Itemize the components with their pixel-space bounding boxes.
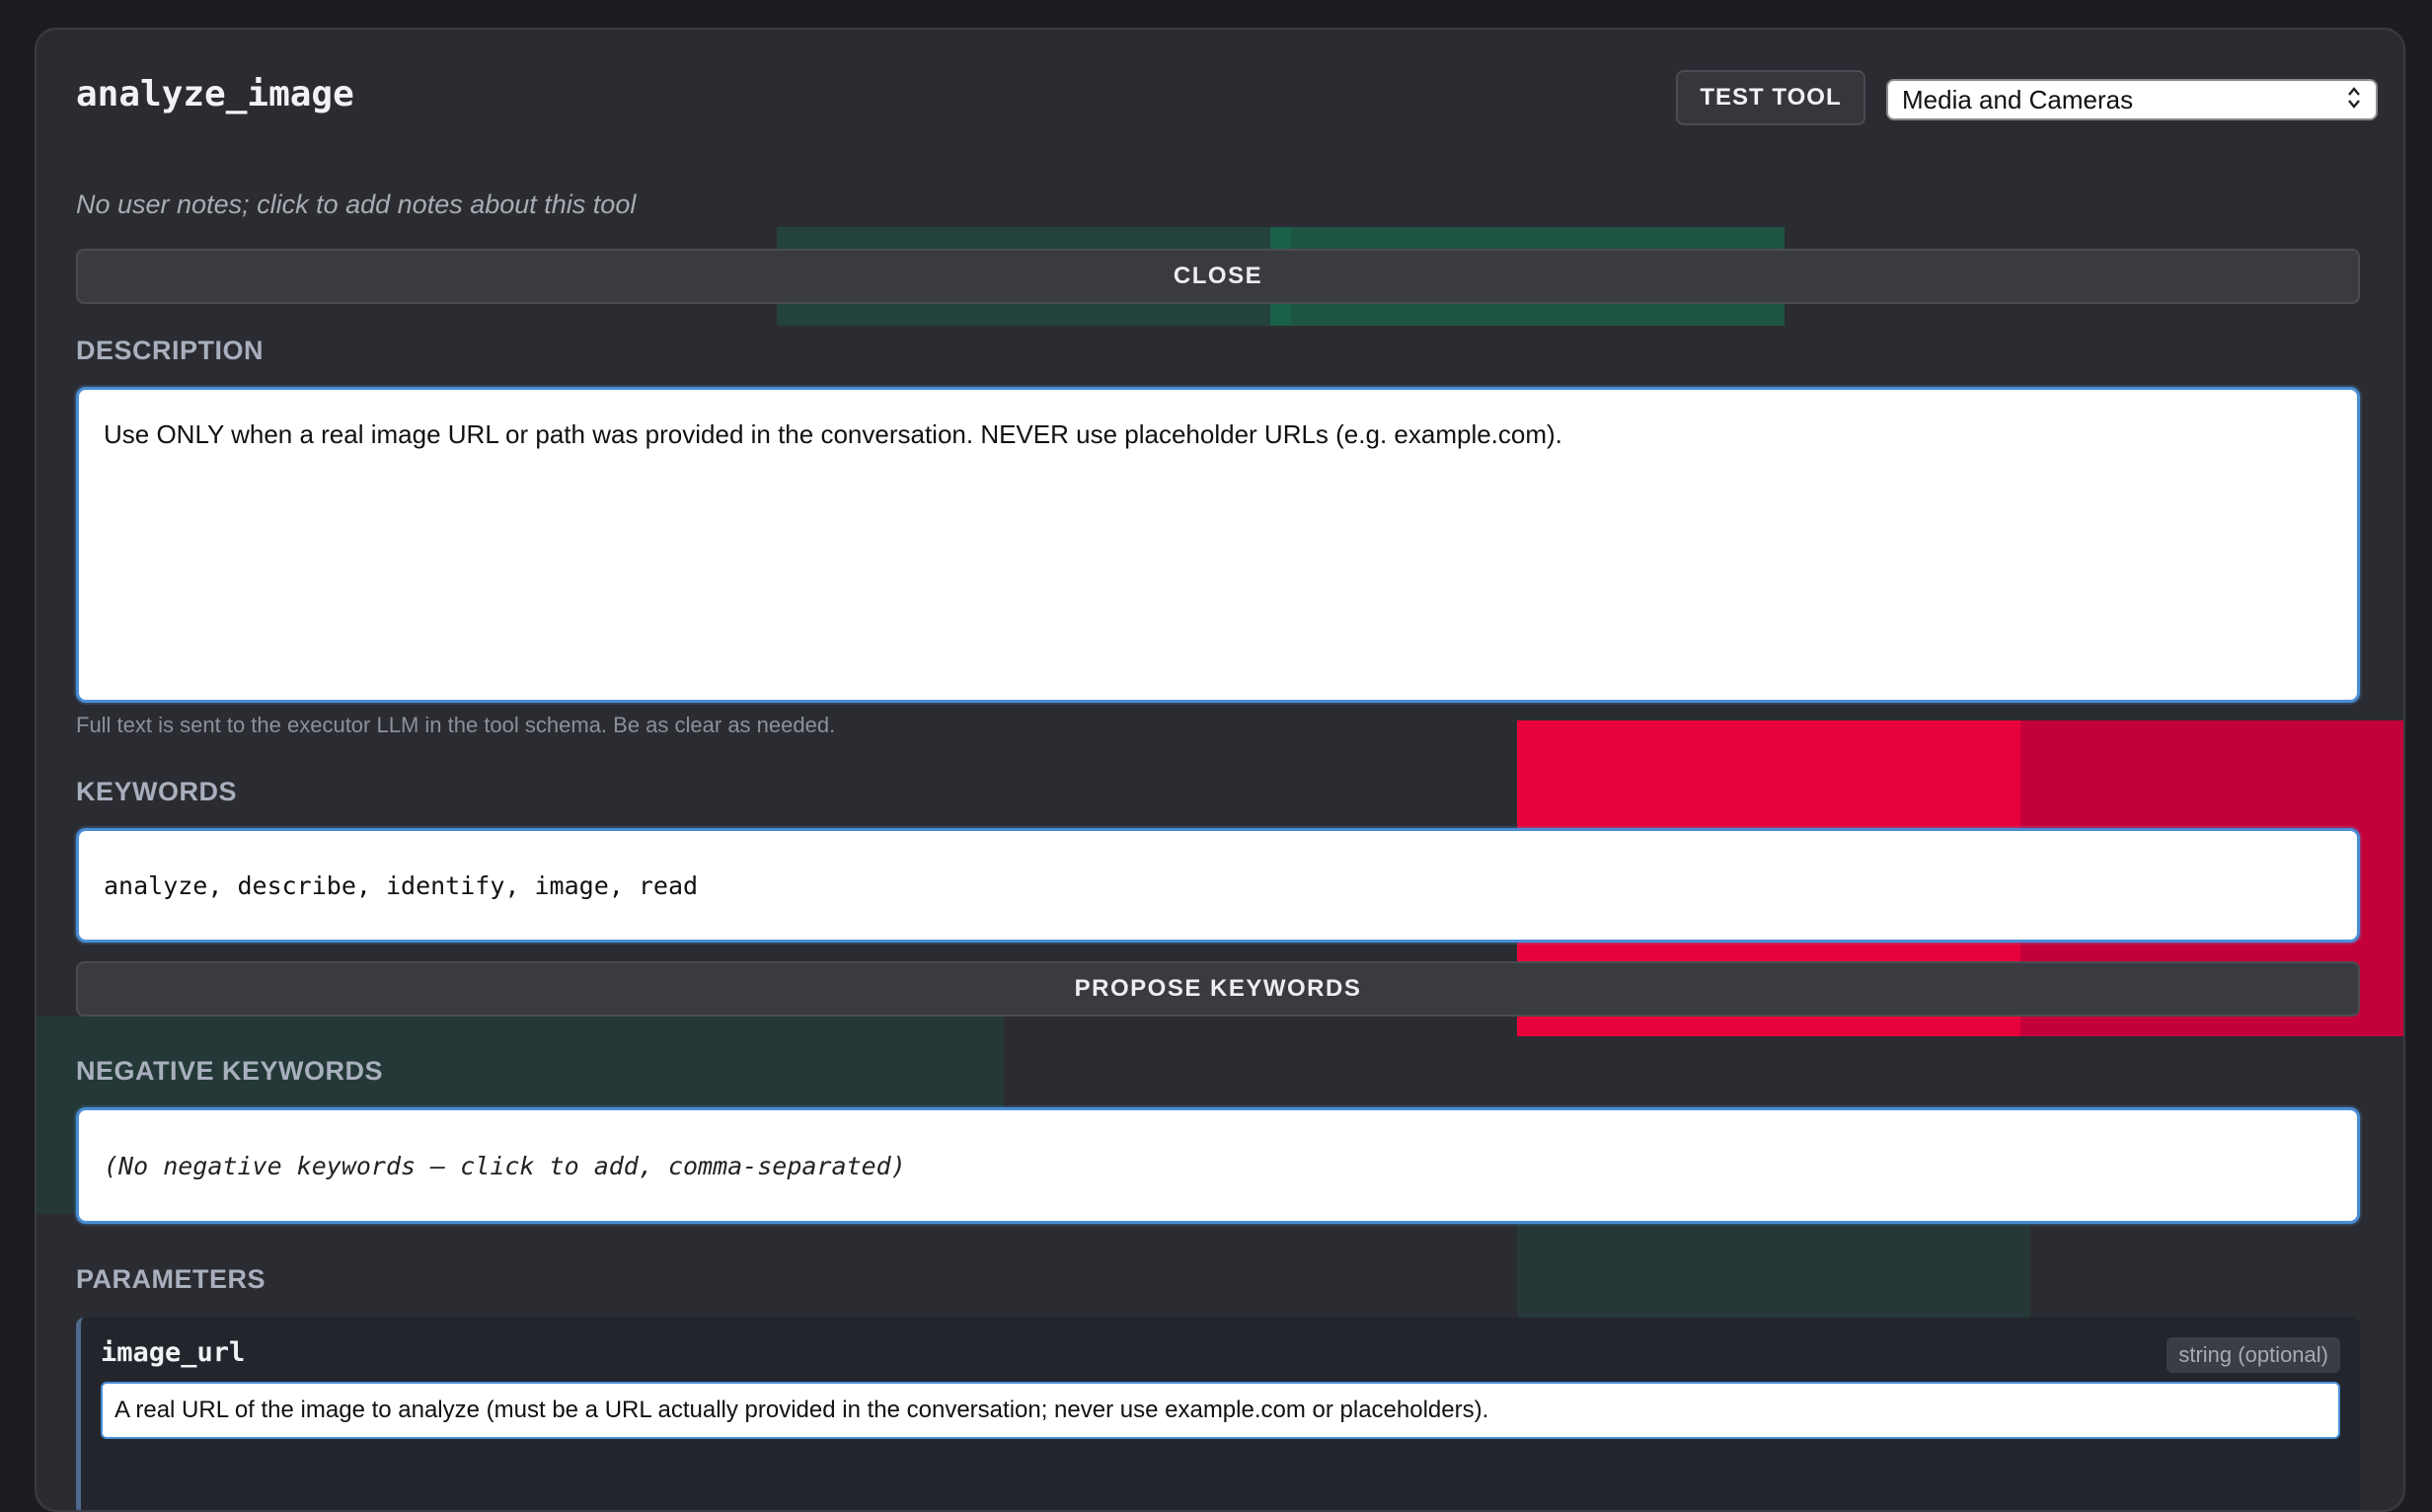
parameters-label: PARAMETERS: [76, 1264, 266, 1294]
tool-editor-panel: analyze_image TEST TOOL Media and Camera…: [35, 28, 2405, 1512]
close-button[interactable]: CLOSE: [76, 249, 2360, 304]
test-tool-button[interactable]: TEST TOOL: [1676, 70, 1865, 125]
keywords-label: KEYWORDS: [76, 777, 238, 806]
parameter-description-field[interactable]: A real URL of the image to analyze (must…: [101, 1382, 2340, 1439]
keywords-value: analyze, describe, identify, image, read: [104, 870, 699, 900]
parameter-name: image_url: [101, 1337, 246, 1368]
negative-keywords-label: NEGATIVE KEYWORDS: [76, 1056, 384, 1086]
category-select[interactable]: Media and Cameras: [1886, 79, 2378, 120]
description-hint: Full text is sent to the executor LLM in…: [76, 713, 836, 737]
negative-keywords-field[interactable]: (No negative keywords — click to add, co…: [76, 1107, 2360, 1224]
keywords-field[interactable]: analyze, describe, identify, image, read: [76, 828, 2360, 943]
propose-keywords-button[interactable]: PROPOSE KEYWORDS: [76, 961, 2360, 1017]
description-field[interactable]: Use ONLY when a real image URL or path w…: [76, 387, 2360, 703]
chevron-updown-icon: [2346, 85, 2362, 114]
description-text: Use ONLY when a real image URL or path w…: [104, 419, 1562, 449]
parameter-type-badge: string (optional): [2166, 1337, 2340, 1373]
negative-keywords-placeholder: (No negative keywords — click to add, co…: [104, 1151, 906, 1180]
description-label: DESCRIPTION: [76, 336, 265, 365]
user-notes[interactable]: No user notes; click to add notes about …: [76, 189, 636, 220]
parameter-description-text: A real URL of the image to analyze (must…: [114, 1397, 1489, 1423]
tool-title: analyze_image: [76, 74, 354, 114]
category-select-value: Media and Cameras: [1902, 84, 2134, 114]
parameter-card: image_url string (optional) A real URL o…: [76, 1318, 2360, 1510]
